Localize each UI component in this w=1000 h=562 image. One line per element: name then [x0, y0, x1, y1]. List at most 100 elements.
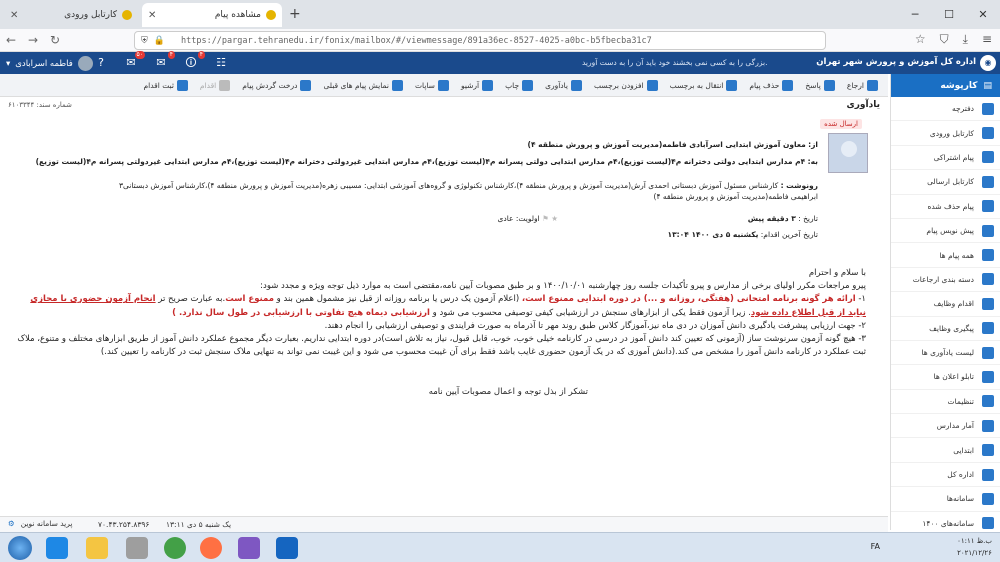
- maximize-icon[interactable]: ☐: [932, 0, 966, 29]
- reload-icon[interactable]: ↻: [44, 33, 66, 47]
- sidebar-item-icon: [982, 102, 994, 115]
- sidebar-item-label: دفترچه: [952, 104, 974, 114]
- sidebar-item-icon: [982, 468, 994, 481]
- sidebar-item[interactable]: کارتابل ورودی: [891, 121, 1000, 146]
- app-header: ▾ فاطمه اسرابادی ? ✉ ۵۰ ✉ ۴ 🛈 ۴ ☷ بزرگی را …: [0, 51, 1000, 74]
- sidebar-item[interactable]: پیام اشتراکی: [891, 146, 1000, 171]
- address-bar[interactable]: ⛨ 🔒 https://pargar.tehranedu.ir/fonix/ma…: [134, 31, 826, 50]
- toolbar-button[interactable]: یادآوری: [541, 79, 586, 91]
- sidebar-item[interactable]: لیست یادآوری ها: [891, 341, 1000, 366]
- sidebar-item[interactable]: پیگیری وظایف: [891, 317, 1000, 341]
- sidebar-item[interactable]: اقدام وظایف: [891, 292, 1000, 317]
- chrome-icon[interactable]: [164, 537, 186, 559]
- toolbar-icon: [726, 79, 738, 91]
- to-line: به: ۴م مدارس ابتدایی دولتی دخترانه م۴(لی…: [35, 157, 818, 166]
- toolbar-button[interactable]: پاسخ: [801, 79, 839, 91]
- toolbar-icon: [646, 79, 658, 91]
- toolbar-button[interactable]: ارجاع: [843, 79, 882, 91]
- mail-icon[interactable]: ✉ ۵۰: [122, 51, 145, 71]
- tab-view-message[interactable]: ✕ مشاهده پیام: [142, 3, 282, 27]
- toolbar-button[interactable]: ثبت اقدام: [139, 79, 191, 91]
- minimize-icon[interactable]: ─: [898, 0, 932, 29]
- toolbar-button[interactable]: حذف پیام: [745, 79, 797, 91]
- explorer-icon[interactable]: [86, 537, 108, 559]
- toolbar-label: ارجاع: [846, 80, 864, 90]
- document-number: شماره سند: ۶۱۰۳۳۴۴: [8, 101, 72, 109]
- sidebar-item[interactable]: همه پیام ها: [891, 243, 1000, 268]
- sender-avatar: [828, 133, 868, 173]
- close-window-icon[interactable]: ✕: [966, 0, 1000, 29]
- tab-inbox[interactable]: ✕ کارتابل ورودی: [4, 3, 138, 27]
- toolbar-icon: [219, 79, 231, 91]
- tab-label: کارتابل ورودی: [64, 10, 117, 20]
- toolbar-button[interactable]: درخت گردش پیام: [238, 79, 315, 91]
- toolbar-button[interactable]: آرشیو: [457, 79, 497, 91]
- new-tab-button[interactable]: +: [289, 6, 301, 22]
- language-indicator[interactable]: FA: [871, 542, 880, 551]
- paragraph: ۳- هیچ گونه آزمون سرنوشت ساز (آزمونی که …: [17, 334, 866, 358]
- toolbar-icon: [522, 79, 534, 91]
- sidebar-header[interactable]: کارپوشه ▤: [891, 74, 1000, 97]
- forward-icon[interactable]: →: [22, 33, 44, 47]
- sidebar-item[interactable]: پیام حذف شده: [891, 195, 1000, 219]
- greeting: با سلام و احترام: [808, 268, 866, 278]
- sidebar-item[interactable]: آمار مدارس: [891, 414, 1000, 439]
- download-icon[interactable]: ⤓: [963, 32, 968, 47]
- status-bar: ⚙ پرید سامانه نوین ۷۰.۴۳.۲۵۴.۸۳۹۶ یک شنبه…: [0, 516, 888, 532]
- sidebar-item[interactable]: پیش نویس پیام: [891, 219, 1000, 244]
- sidebar-item-label: ابتدایی: [953, 445, 974, 455]
- flag-icon[interactable]: ⚑: [542, 214, 549, 223]
- sidebar-item-label: همه پیام ها: [939, 250, 974, 260]
- sidebar-item[interactable]: ابتدایی: [891, 438, 1000, 463]
- sidebar-item[interactable]: سامانه‌ها: [891, 487, 1000, 512]
- sidebar-item-label: لیست یادآوری ها: [921, 348, 974, 358]
- browser-nav-bar: ← → ↻ ⛨ 🔒 https://pargar.tehranedu.ir/fo…: [0, 29, 1000, 52]
- logo-icon: ⚙: [8, 519, 15, 528]
- toolbar-button[interactable]: نمایش پیام های قبلی: [319, 79, 406, 91]
- priority-value: عادی: [497, 214, 514, 223]
- sidebar-item[interactable]: دفترچه: [891, 97, 1000, 122]
- back-icon[interactable]: ←: [0, 33, 22, 47]
- toolbar-button[interactable]: اقدام: [196, 79, 234, 91]
- toolbar-label: یادآوری: [545, 80, 569, 90]
- menu-icon[interactable]: ≡: [982, 32, 992, 47]
- sidebar-item-label: پیگیری وظایف: [929, 323, 974, 333]
- star-icon[interactable]: ★: [551, 214, 558, 223]
- close-tab-icon[interactable]: ✕: [10, 10, 18, 21]
- from-line: از: معاون آموزش ابتدایی اسرآبادی فاطمه(م…: [527, 140, 818, 149]
- sidebar-item-icon: [982, 395, 994, 408]
- visual-studio-icon[interactable]: [238, 537, 260, 559]
- user-menu[interactable]: ▾ فاطمه اسرابادی: [6, 56, 93, 71]
- sidebar-item-icon: [982, 249, 994, 262]
- bookmark-star-icon[interactable]: ☆: [915, 32, 926, 47]
- toolbar-label: انتقال به برچسب: [669, 80, 724, 90]
- help-icon[interactable]: ?: [92, 55, 110, 71]
- lock-icon: 🔒: [153, 35, 165, 46]
- shield-icon[interactable]: ⛉: [940, 32, 949, 47]
- toolbar-button[interactable]: افزودن برچسب: [590, 79, 662, 91]
- sidebar-item[interactable]: تنظیمات: [891, 390, 1000, 415]
- word-icon[interactable]: [276, 537, 298, 559]
- inbox-icon[interactable]: ✉ ۴: [152, 51, 175, 71]
- firefox-icon[interactable]: [200, 537, 222, 559]
- sidebar-item[interactable]: تابلو اعلان ها: [891, 365, 1000, 390]
- notification-icon[interactable]: 🛈 ۴: [182, 51, 205, 71]
- toolbar-icon: [300, 79, 312, 91]
- sidebar-item-label: کارتابل ارسالی: [927, 177, 974, 187]
- start-button[interactable]: [8, 536, 32, 560]
- ie-icon[interactable]: [46, 537, 68, 559]
- task-icon[interactable]: ☷: [212, 55, 230, 71]
- toolbar-icon: [571, 79, 583, 91]
- clock[interactable]: ۰۱:۱۱ ب.ظ ۲۰۲۱/۱۲/۲۶: [957, 535, 992, 559]
- media-icon[interactable]: [126, 537, 148, 559]
- toolbar-button[interactable]: ساپات: [411, 79, 453, 91]
- sidebar-item[interactable]: دسته بندی ارجاعات: [891, 268, 1000, 293]
- toolbar-button[interactable]: چاپ: [501, 79, 537, 91]
- sidebar-item[interactable]: اداره کل: [891, 463, 1000, 488]
- toolbar-button[interactable]: انتقال به برچسب: [666, 79, 742, 91]
- sidebar-item-label: پیش نویس پیام: [926, 226, 974, 236]
- sidebar-item[interactable]: کارتابل ارسالی: [891, 170, 1000, 195]
- paragraph: ۲- جهت ارزیابی پیشرفت یادگیری دانش آموزا…: [324, 320, 866, 331]
- close-tab-icon[interactable]: ✕: [148, 10, 156, 21]
- from-value[interactable]: معاون آموزش ابتدایی اسرآبادی فاطمه(مدیری…: [528, 140, 806, 149]
